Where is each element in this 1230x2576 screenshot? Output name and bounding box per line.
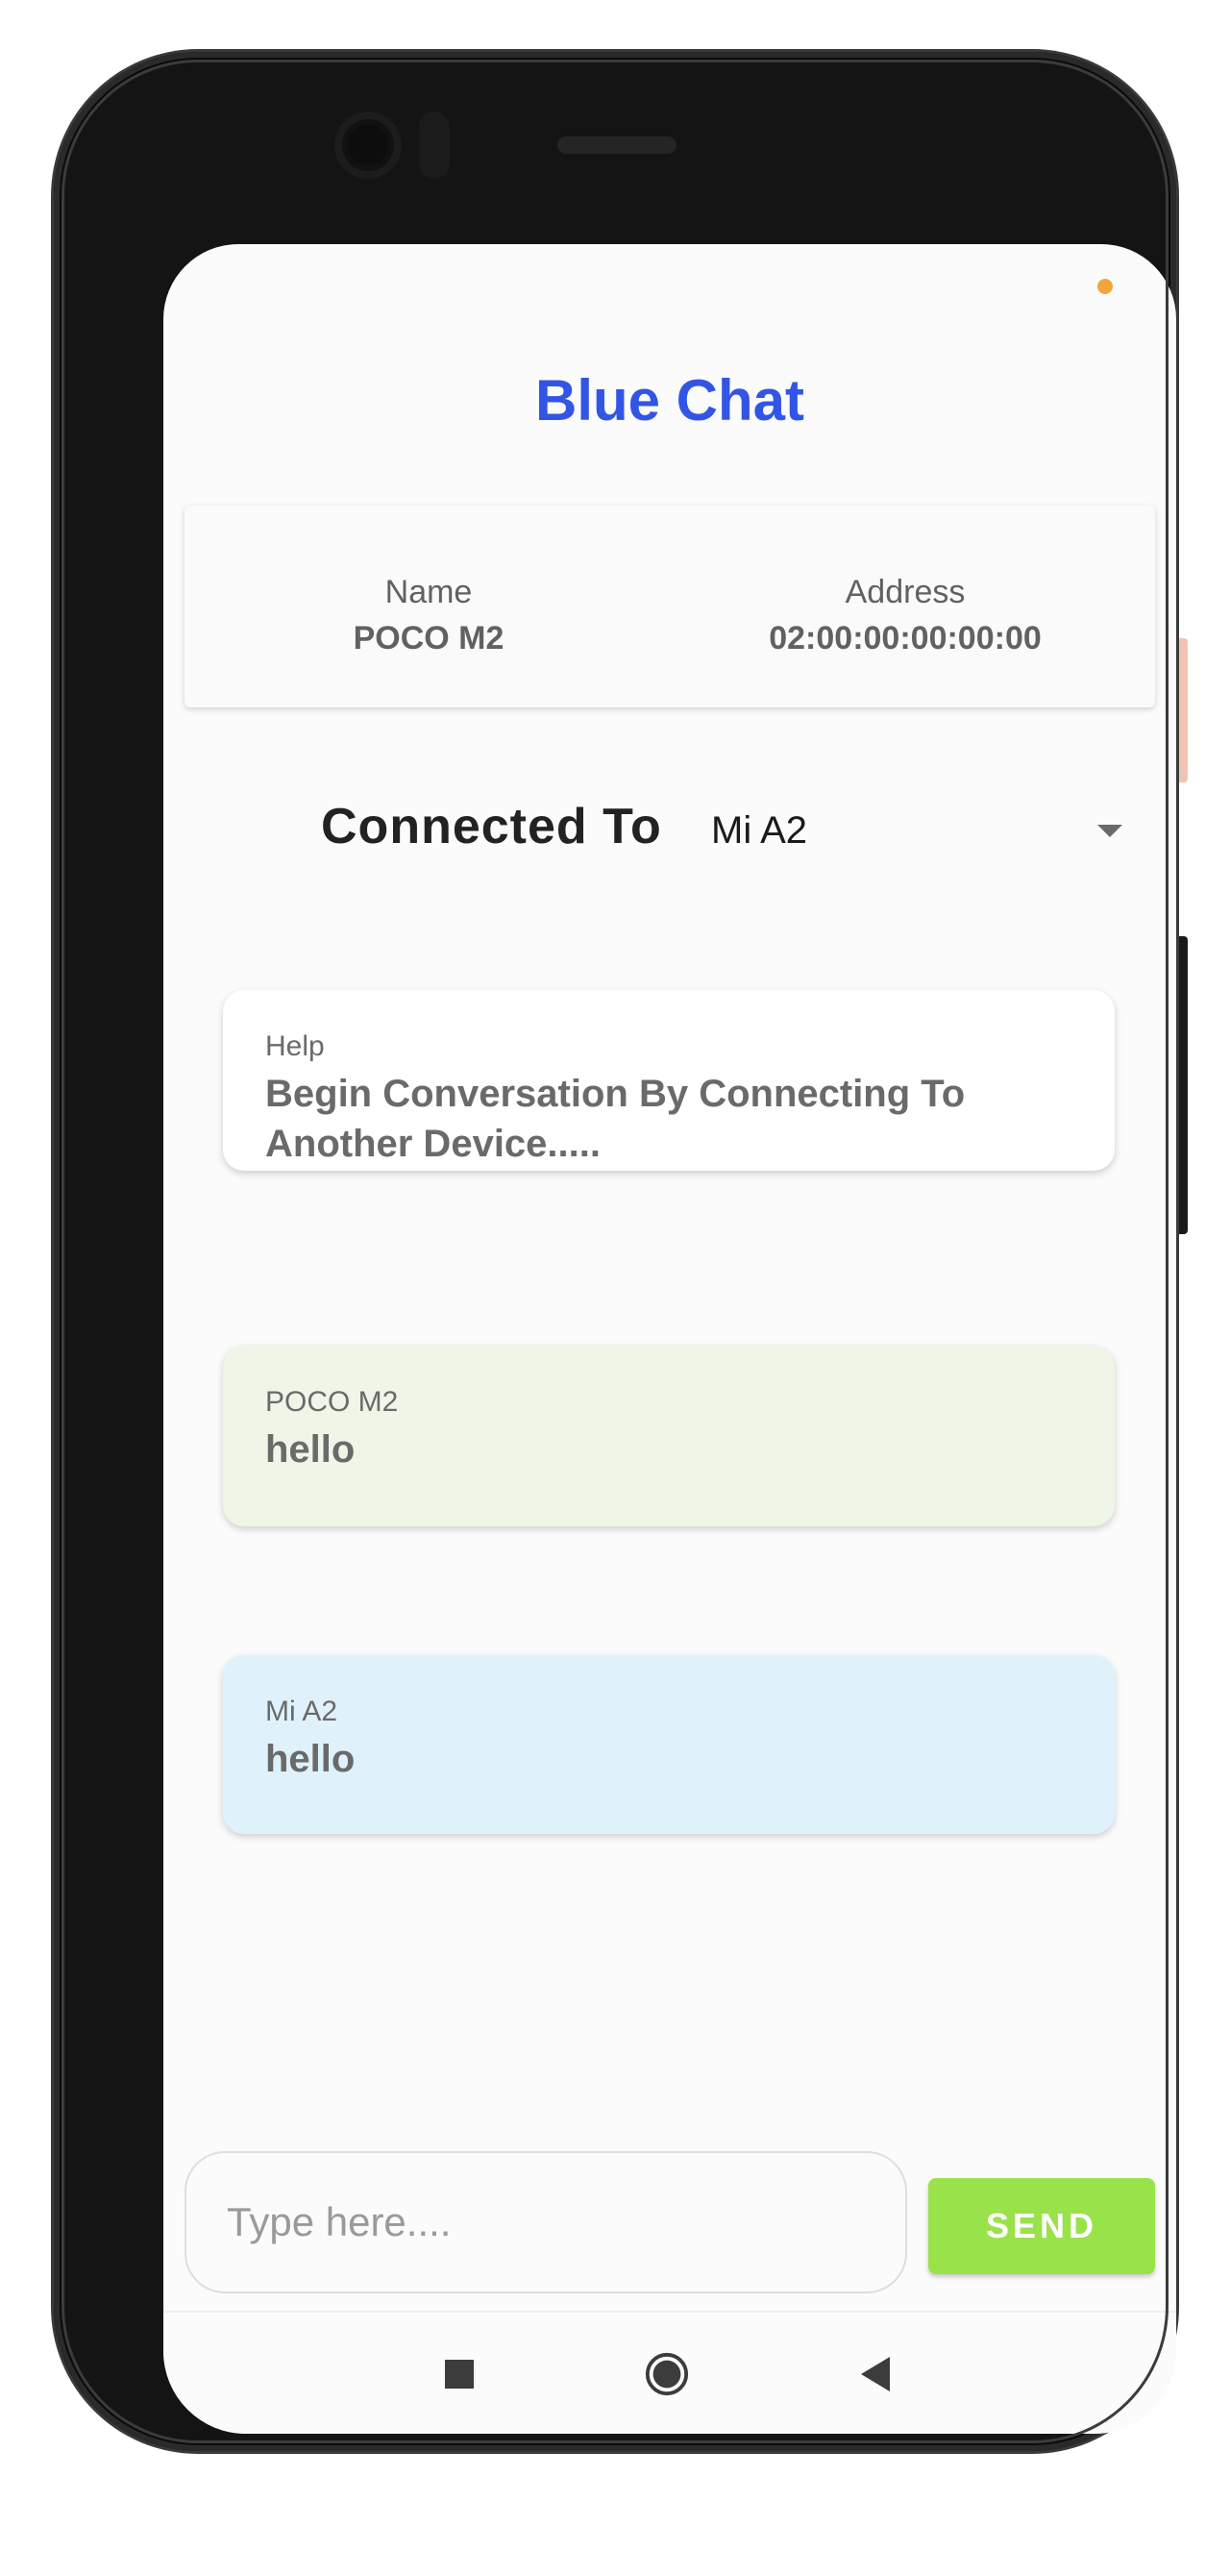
device-name-column: Name POCO M2 [227, 571, 630, 663]
send-button[interactable]: SEND [928, 2178, 1155, 2274]
message-card-incoming: Mi A2 hello [223, 1655, 1115, 1834]
message-sender: Mi A2 [265, 1696, 338, 1727]
message-sender: POCO M2 [265, 1386, 399, 1418]
app-screen: Blue Chat Name POCO M2 Address 02:00:00:… [163, 244, 1176, 2434]
message-input-container[interactable] [184, 2151, 907, 2293]
message-card-outgoing: POCO M2 hello [223, 1346, 1115, 1526]
device-name-label: Name [384, 574, 473, 610]
earpiece-speaker [557, 136, 676, 154]
device-name-value: POCO M2 [353, 620, 504, 656]
phone-body: Blue Chat Name POCO M2 Address 02:00:00:… [54, 52, 1176, 2451]
proximity-sensor [419, 111, 450, 179]
message-text: Begin Conversation By Connecting To Anot… [265, 1073, 966, 1165]
message-input[interactable] [227, 2199, 905, 2245]
device-info-card: Name POCO M2 Address 02:00:00:00:00:00 [184, 506, 1155, 707]
recents-button[interactable] [436, 2351, 482, 2397]
front-camera [334, 111, 402, 179]
system-navigation-bar [163, 2311, 1176, 2434]
dropdown-arrow-icon[interactable] [1097, 824, 1122, 837]
home-button[interactable] [644, 2351, 690, 2397]
volume-button [1174, 638, 1188, 782]
message-text: hello [265, 1428, 356, 1471]
message-text: hello [265, 1738, 356, 1780]
square-icon [445, 2360, 474, 2389]
selected-device-value: Mi A2 [711, 808, 808, 852]
app-title: Blue Chat [534, 368, 805, 433]
circle-home-icon [645, 2352, 689, 2396]
device-address-column: Address 02:00:00:00:00:00 [703, 571, 1107, 663]
message-card-help: Help Begin Conversation By Connecting To… [223, 990, 1115, 1171]
status-indicator-dot [1097, 279, 1113, 294]
device-frame-stage: Blue Chat Name POCO M2 Address 02:00:00:… [0, 0, 1230, 2576]
device-address-value: 02:00:00:00:00:00 [769, 620, 1042, 656]
connected-to-label: Connected To [321, 799, 662, 855]
triangle-back-icon [861, 2357, 890, 2391]
back-button[interactable] [853, 2351, 899, 2397]
power-button [1174, 936, 1188, 1234]
device-address-label: Address [845, 574, 966, 610]
message-sender: Help [265, 1030, 325, 1062]
connected-device-dropdown[interactable]: Mi A2 [707, 792, 1140, 869]
